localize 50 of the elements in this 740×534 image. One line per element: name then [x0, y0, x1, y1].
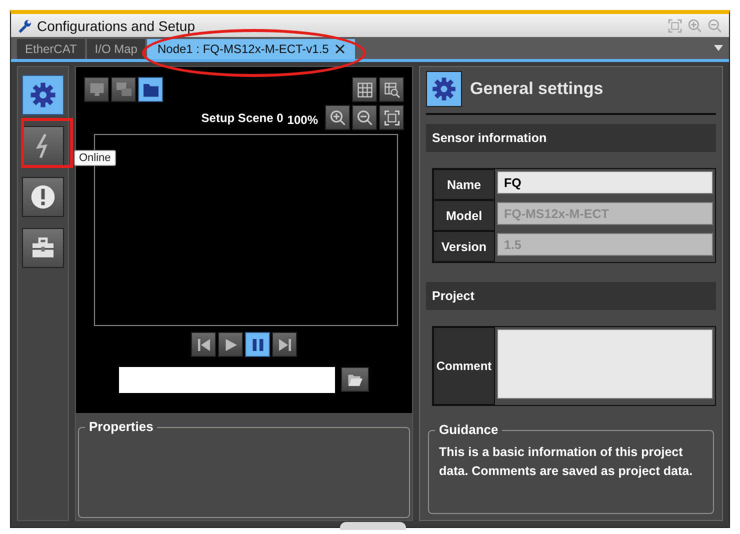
first-button[interactable] [191, 332, 216, 357]
guidance-text: This is a basic information of this project data. Comments are saved as project data. [438, 444, 694, 480]
grid-zoom-icon [382, 80, 400, 98]
online-button[interactable] [22, 126, 64, 166]
text-field[interactable]: FQ [497, 171, 713, 194]
zoom-out-button[interactable] [352, 105, 377, 130]
group-title: Properties [85, 419, 158, 435]
tab[interactable]: Node1 : FQ-MS12x-M-ECT-v1.5 [147, 39, 355, 59]
tooltip: Online [74, 150, 116, 166]
monitor-icon [88, 80, 106, 98]
grid-button[interactable] [352, 77, 377, 102]
field-label: Name [433, 169, 495, 200]
warning-icon [29, 183, 57, 211]
monitors-button[interactable] [111, 77, 136, 102]
folder-button[interactable] [138, 77, 163, 102]
wrench-icon [17, 18, 33, 34]
tab[interactable]: I/O Map [86, 39, 146, 59]
window-title: Configurations and Setup [37, 18, 196, 34]
zoom-in-icon [328, 108, 346, 126]
last-button[interactable] [272, 332, 297, 357]
comment-box[interactable] [497, 329, 713, 399]
fit-button[interactable] [379, 105, 404, 130]
close-icon[interactable] [334, 42, 345, 56]
section-header: Project [426, 282, 716, 310]
grid-icon [356, 80, 374, 98]
monitor-button[interactable] [84, 77, 109, 102]
settings-button[interactable] [22, 75, 64, 115]
panel-title: General settings [470, 79, 604, 99]
zoom-level: 100% [287, 113, 318, 127]
play-button[interactable] [218, 332, 243, 357]
file-path-field[interactable] [119, 367, 335, 393]
grid-zoom-button[interactable] [379, 77, 404, 102]
tab[interactable]: EtherCAT [17, 39, 85, 59]
zoom-in-button[interactable] [325, 105, 350, 130]
section-header: Sensor information [426, 124, 716, 152]
settings-icon [30, 82, 56, 108]
field-label: Model [433, 200, 495, 231]
settings-icon [431, 76, 457, 102]
resize-grip[interactable] [340, 522, 406, 530]
warning-button[interactable] [22, 177, 64, 217]
zoom-out-icon [356, 108, 374, 126]
field-label: Version [433, 231, 495, 262]
field-label: Comment [433, 327, 495, 405]
fit-icon [382, 108, 400, 126]
scene-label: Setup Scene 0 [201, 110, 284, 124]
monitors-icon [114, 80, 132, 98]
dropdown-caret-icon[interactable] [714, 45, 723, 51]
toolbox-button[interactable] [22, 228, 64, 268]
pause-button[interactable] [245, 332, 270, 357]
browse-button[interactable] [341, 367, 369, 392]
